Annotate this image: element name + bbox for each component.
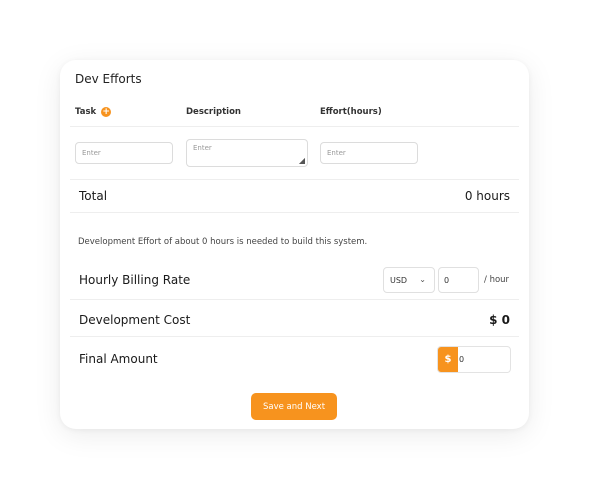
- divider: [70, 336, 519, 337]
- dollar-prefix: $: [438, 347, 458, 372]
- total-label: Total: [79, 189, 108, 203]
- resize-grip-icon[interactable]: ◢: [299, 157, 305, 165]
- task-input[interactable]: Enter: [75, 142, 173, 164]
- currency-value: USD: [390, 275, 408, 285]
- description-column-header: Description: [186, 107, 241, 117]
- hourly-rate-input[interactable]: 0: [438, 267, 479, 293]
- divider: [70, 179, 519, 180]
- save-and-next-button[interactable]: Save and Next: [251, 393, 337, 420]
- hourly-rate-value: 0: [444, 275, 450, 285]
- effort-column-header: Effort(hours): [320, 107, 382, 117]
- currency-select[interactable]: USD ⌄: [383, 267, 435, 293]
- hourly-billing-label: Hourly Billing Rate: [79, 273, 191, 287]
- chevron-down-icon: ⌄: [419, 275, 426, 284]
- effort-input[interactable]: Enter: [320, 142, 418, 164]
- divider: [70, 126, 519, 127]
- per-hour-label: / hour: [484, 275, 510, 285]
- final-amount-field[interactable]: $ 0: [437, 346, 511, 373]
- final-amount-input[interactable]: 0: [458, 347, 464, 372]
- development-cost-label: Development Cost: [79, 313, 191, 327]
- effort-input-placeholder: Enter: [327, 149, 346, 157]
- divider: [70, 299, 519, 300]
- total-value: 0 hours: [464, 189, 510, 203]
- section-title: Dev Efforts: [75, 72, 142, 86]
- development-cost-value: $ 0: [489, 313, 510, 327]
- task-input-placeholder: Enter: [82, 149, 101, 157]
- task-column-header: Task +: [75, 107, 112, 117]
- effort-summary-text: Development Effort of about 0 hours is n…: [78, 237, 368, 247]
- task-header-label: Task: [75, 107, 97, 117]
- dev-efforts-card: Dev Efforts Task + Description Effort(ho…: [60, 60, 529, 429]
- description-placeholder: Enter: [193, 144, 212, 152]
- description-textarea[interactable]: Enter ◢: [186, 139, 308, 167]
- final-amount-label: Final Amount: [79, 352, 158, 366]
- add-task-icon[interactable]: +: [101, 107, 112, 117]
- divider: [70, 212, 519, 213]
